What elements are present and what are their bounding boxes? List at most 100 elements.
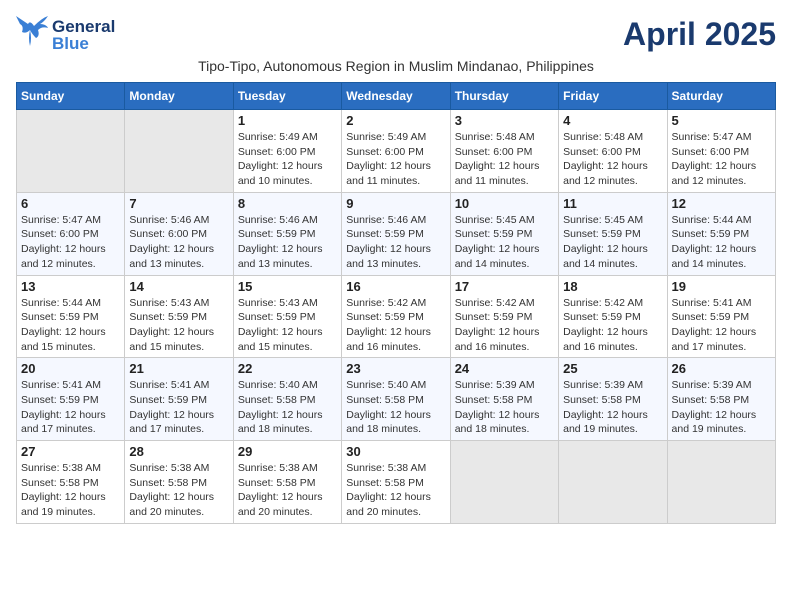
day-number: 8 — [238, 196, 337, 211]
day-number: 27 — [21, 444, 120, 459]
calendar-cell — [667, 441, 775, 524]
day-number: 30 — [346, 444, 445, 459]
week-row-3: 13 Sunrise: 5:44 AM Sunset: 5:59 PM Dayli… — [17, 275, 776, 358]
calendar-cell: 16 Sunrise: 5:42 AM Sunset: 5:59 PM Dayli… — [342, 275, 450, 358]
calendar-cell: 26 Sunrise: 5:39 AM Sunset: 5:58 PM Dayli… — [667, 358, 775, 441]
calendar-cell — [450, 441, 558, 524]
day-number: 28 — [129, 444, 228, 459]
calendar-cell: 29 Sunrise: 5:38 AM Sunset: 5:58 PM Dayli… — [233, 441, 341, 524]
day-info: Sunrise: 5:43 AM Sunset: 5:59 PM Dayligh… — [238, 296, 337, 355]
calendar-cell: 5 Sunrise: 5:47 AM Sunset: 6:00 PM Daylig… — [667, 110, 775, 193]
day-info: Sunrise: 5:41 AM Sunset: 5:59 PM Dayligh… — [21, 378, 120, 437]
calendar-cell: 24 Sunrise: 5:39 AM Sunset: 5:58 PM Dayli… — [450, 358, 558, 441]
week-row-2: 6 Sunrise: 5:47 AM Sunset: 6:00 PM Daylig… — [17, 192, 776, 275]
day-number: 13 — [21, 279, 120, 294]
calendar-cell: 9 Sunrise: 5:46 AM Sunset: 5:59 PM Daylig… — [342, 192, 450, 275]
day-info: Sunrise: 5:46 AM Sunset: 6:00 PM Dayligh… — [129, 213, 228, 272]
day-number: 25 — [563, 361, 662, 376]
day-number: 1 — [238, 113, 337, 128]
day-info: Sunrise: 5:39 AM Sunset: 5:58 PM Dayligh… — [455, 378, 554, 437]
day-number: 5 — [672, 113, 771, 128]
day-number: 26 — [672, 361, 771, 376]
day-number: 2 — [346, 113, 445, 128]
calendar-cell: 22 Sunrise: 5:40 AM Sunset: 5:58 PM Dayli… — [233, 358, 341, 441]
day-info: Sunrise: 5:43 AM Sunset: 5:59 PM Dayligh… — [129, 296, 228, 355]
week-row-5: 27 Sunrise: 5:38 AM Sunset: 5:58 PM Dayli… — [17, 441, 776, 524]
day-number: 24 — [455, 361, 554, 376]
calendar-cell: 7 Sunrise: 5:46 AM Sunset: 6:00 PM Daylig… — [125, 192, 233, 275]
day-number: 16 — [346, 279, 445, 294]
day-info: Sunrise: 5:41 AM Sunset: 5:59 PM Dayligh… — [129, 378, 228, 437]
calendar-cell: 17 Sunrise: 5:42 AM Sunset: 5:59 PM Dayli… — [450, 275, 558, 358]
day-number: 6 — [21, 196, 120, 211]
calendar-table: SundayMondayTuesdayWednesdayThursdayFrid… — [16, 82, 776, 524]
day-info: Sunrise: 5:47 AM Sunset: 6:00 PM Dayligh… — [21, 213, 120, 272]
logo-blue-text: Blue — [52, 35, 115, 52]
weekday-header-wednesday: Wednesday — [342, 83, 450, 110]
day-number: 3 — [455, 113, 554, 128]
day-info: Sunrise: 5:42 AM Sunset: 5:59 PM Dayligh… — [346, 296, 445, 355]
calendar-cell: 19 Sunrise: 5:41 AM Sunset: 5:59 PM Dayli… — [667, 275, 775, 358]
day-number: 17 — [455, 279, 554, 294]
calendar-cell: 28 Sunrise: 5:38 AM Sunset: 5:58 PM Dayli… — [125, 441, 233, 524]
day-info: Sunrise: 5:45 AM Sunset: 5:59 PM Dayligh… — [455, 213, 554, 272]
logo-icon — [16, 16, 48, 54]
day-number: 12 — [672, 196, 771, 211]
day-number: 10 — [455, 196, 554, 211]
day-number: 29 — [238, 444, 337, 459]
calendar-cell: 8 Sunrise: 5:46 AM Sunset: 5:59 PM Daylig… — [233, 192, 341, 275]
calendar-cell: 4 Sunrise: 5:48 AM Sunset: 6:00 PM Daylig… — [559, 110, 667, 193]
day-info: Sunrise: 5:42 AM Sunset: 5:59 PM Dayligh… — [455, 296, 554, 355]
weekday-header-monday: Monday — [125, 83, 233, 110]
day-number: 11 — [563, 196, 662, 211]
calendar-cell: 3 Sunrise: 5:48 AM Sunset: 6:00 PM Daylig… — [450, 110, 558, 193]
logo-general-text: General — [52, 18, 115, 35]
calendar-cell: 30 Sunrise: 5:38 AM Sunset: 5:58 PM Dayli… — [342, 441, 450, 524]
calendar-cell: 15 Sunrise: 5:43 AM Sunset: 5:59 PM Dayli… — [233, 275, 341, 358]
day-info: Sunrise: 5:44 AM Sunset: 5:59 PM Dayligh… — [21, 296, 120, 355]
day-info: Sunrise: 5:45 AM Sunset: 5:59 PM Dayligh… — [563, 213, 662, 272]
day-number: 14 — [129, 279, 228, 294]
week-row-4: 20 Sunrise: 5:41 AM Sunset: 5:59 PM Dayli… — [17, 358, 776, 441]
calendar-cell: 1 Sunrise: 5:49 AM Sunset: 6:00 PM Daylig… — [233, 110, 341, 193]
day-number: 23 — [346, 361, 445, 376]
day-number: 4 — [563, 113, 662, 128]
calendar-cell — [559, 441, 667, 524]
day-number: 7 — [129, 196, 228, 211]
week-row-1: 1 Sunrise: 5:49 AM Sunset: 6:00 PM Daylig… — [17, 110, 776, 193]
calendar-cell: 14 Sunrise: 5:43 AM Sunset: 5:59 PM Dayli… — [125, 275, 233, 358]
calendar-cell — [17, 110, 125, 193]
day-info: Sunrise: 5:42 AM Sunset: 5:59 PM Dayligh… — [563, 296, 662, 355]
day-number: 18 — [563, 279, 662, 294]
day-info: Sunrise: 5:38 AM Sunset: 5:58 PM Dayligh… — [238, 461, 337, 520]
day-info: Sunrise: 5:46 AM Sunset: 5:59 PM Dayligh… — [238, 213, 337, 272]
month-title: April 2025 — [623, 16, 776, 53]
day-info: Sunrise: 5:39 AM Sunset: 5:58 PM Dayligh… — [563, 378, 662, 437]
day-info: Sunrise: 5:48 AM Sunset: 6:00 PM Dayligh… — [455, 130, 554, 189]
day-info: Sunrise: 5:49 AM Sunset: 6:00 PM Dayligh… — [238, 130, 337, 189]
weekday-header-tuesday: Tuesday — [233, 83, 341, 110]
day-info: Sunrise: 5:40 AM Sunset: 5:58 PM Dayligh… — [238, 378, 337, 437]
day-number: 22 — [238, 361, 337, 376]
day-number: 9 — [346, 196, 445, 211]
calendar-cell: 21Sunrise: 5:41 AM Sunset: 5:59 PM Dayli… — [125, 358, 233, 441]
day-number: 19 — [672, 279, 771, 294]
day-info: Sunrise: 5:38 AM Sunset: 5:58 PM Dayligh… — [346, 461, 445, 520]
weekday-header-thursday: Thursday — [450, 83, 558, 110]
day-number: 15 — [238, 279, 337, 294]
calendar-cell: 13 Sunrise: 5:44 AM Sunset: 5:59 PM Dayli… — [17, 275, 125, 358]
calendar-cell: 25 Sunrise: 5:39 AM Sunset: 5:58 PM Dayli… — [559, 358, 667, 441]
subtitle: Tipo-Tipo, Autonomous Region in Muslim M… — [16, 58, 776, 74]
weekday-header-friday: Friday — [559, 83, 667, 110]
calendar-cell: 20 Sunrise: 5:41 AM Sunset: 5:59 PM Dayli… — [17, 358, 125, 441]
day-info: Sunrise: 5:40 AM Sunset: 5:58 PM Dayligh… — [346, 378, 445, 437]
day-info: Sunrise: 5:39 AM Sunset: 5:58 PM Dayligh… — [672, 378, 771, 437]
day-number: 20 — [21, 361, 120, 376]
day-info: Sunrise: 5:41 AM Sunset: 5:59 PM Dayligh… — [672, 296, 771, 355]
calendar-cell: 27 Sunrise: 5:38 AM Sunset: 5:58 PM Dayli… — [17, 441, 125, 524]
day-info: Sunrise: 5:38 AM Sunset: 5:58 PM Dayligh… — [129, 461, 228, 520]
day-info: Sunrise: 5:38 AM Sunset: 5:58 PM Dayligh… — [21, 461, 120, 520]
day-info: Sunrise: 5:47 AM Sunset: 6:00 PM Dayligh… — [672, 130, 771, 189]
day-info: Sunrise: 5:46 AM Sunset: 5:59 PM Dayligh… — [346, 213, 445, 272]
day-info: Sunrise: 5:48 AM Sunset: 6:00 PM Dayligh… — [563, 130, 662, 189]
